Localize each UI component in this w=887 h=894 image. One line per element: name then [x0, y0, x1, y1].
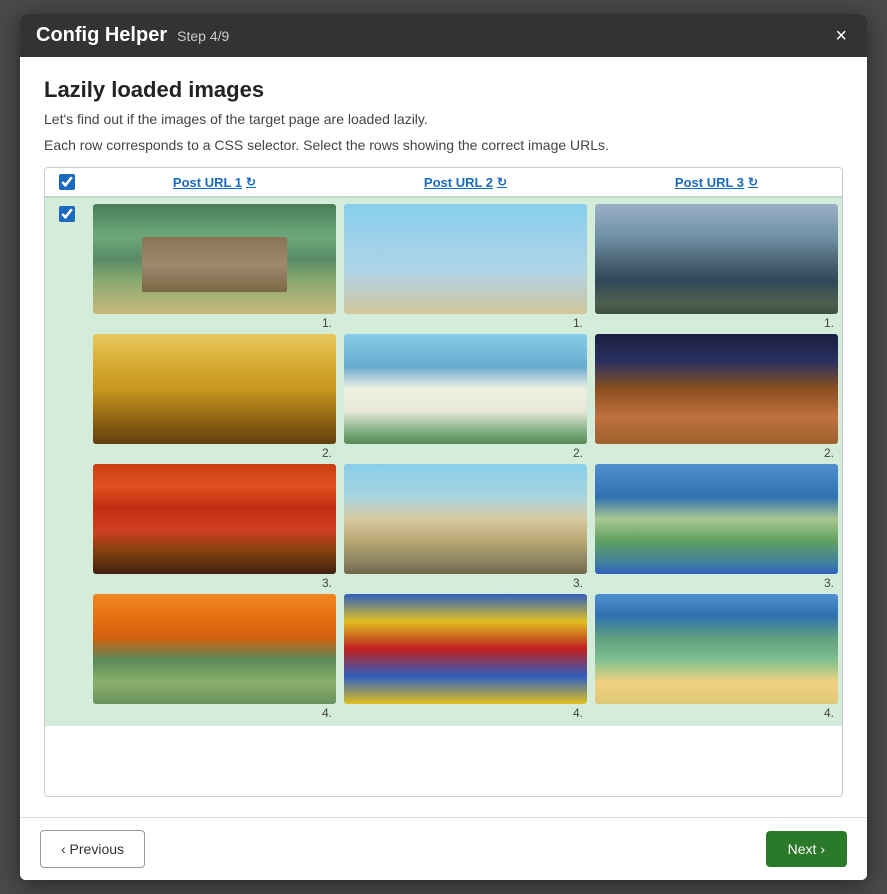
image-chef	[595, 334, 838, 444]
previous-button[interactable]: ‹ Previous	[40, 830, 145, 868]
next-button[interactable]: Next ›	[766, 831, 847, 867]
image-flags	[344, 594, 587, 704]
modal-header: Config Helper Step 4/9 ×	[20, 14, 867, 57]
img-item-col3-1	[595, 204, 838, 314]
post-url-2-label: Post URL 2	[424, 175, 493, 190]
img-num-4: 4.	[93, 706, 336, 720]
header-cell-2: Post URL 2 ↻	[340, 174, 591, 190]
post-url-3-link[interactable]: Post URL 3 ↻	[675, 175, 758, 190]
img-num-c3-4: 4.	[595, 706, 838, 720]
refresh-icon-2: ↻	[497, 175, 507, 189]
modal-title: Config Helper	[36, 24, 167, 47]
header-checkbox[interactable]	[59, 174, 75, 190]
image-mountain	[595, 204, 838, 314]
img-item-col2-2	[344, 334, 587, 444]
modal-body: Lazily loaded images Let's find out if t…	[20, 57, 867, 817]
image-pavilion	[93, 594, 336, 704]
modal-step: Step 4/9	[177, 28, 229, 44]
img-item-col1-1	[93, 204, 336, 314]
config-helper-modal: Config Helper Step 4/9 × Lazily loaded i…	[20, 14, 867, 880]
img-num-2: 2.	[93, 446, 336, 460]
img-num-c3-2: 2.	[595, 446, 838, 460]
img-item-col1-4	[93, 594, 336, 704]
image-city-street	[344, 464, 587, 574]
header-checkbox-cell	[45, 174, 89, 190]
image-rio-beach	[595, 594, 838, 704]
header-cell-1: Post URL 1 ↻	[89, 174, 340, 190]
img-item-col2-1	[344, 204, 587, 314]
table-row: 1. 2. 3. 4.	[45, 197, 842, 726]
img-num-1: 1.	[93, 316, 336, 330]
row-checkbox[interactable]	[59, 206, 75, 222]
img-num-c2-2: 2.	[344, 446, 587, 460]
section-title: Lazily loaded images	[44, 77, 843, 103]
img-num-c3-3: 3.	[595, 576, 838, 590]
header-cell-3: Post URL 3 ↻	[591, 174, 842, 190]
image-japanese-temple	[93, 204, 336, 314]
image-table: Post URL 1 ↻ Post URL 2 ↻ Post URL 3 ↻	[44, 167, 843, 797]
table-header: Post URL 1 ↻ Post URL 2 ↻ Post URL 3 ↻	[45, 168, 842, 197]
post-url-2-link[interactable]: Post URL 2 ↻	[424, 175, 507, 190]
image-torii	[93, 464, 336, 574]
img-item-col3-2	[595, 334, 838, 444]
img-item-col2-4	[344, 594, 587, 704]
refresh-icon-3: ↻	[748, 175, 758, 189]
image-capitol	[344, 334, 587, 444]
close-button[interactable]: ×	[831, 26, 851, 46]
images-col3: 1. 2. 3. 4.	[591, 198, 842, 726]
images-col2: 1. 2. 3. 4.	[340, 198, 591, 726]
modal-title-group: Config Helper Step 4/9	[36, 24, 229, 47]
post-url-1-label: Post URL 1	[173, 175, 242, 190]
img-item-col3-4	[595, 594, 838, 704]
img-num-c2-3: 3.	[344, 576, 587, 590]
refresh-icon-1: ↻	[246, 175, 256, 189]
img-num-c3-1: 1.	[595, 316, 838, 330]
description-1: Let's find out if the images of the targ…	[44, 111, 843, 127]
image-gate	[93, 334, 336, 444]
image-rio-aerial	[595, 464, 838, 574]
post-url-3-label: Post URL 3	[675, 175, 744, 190]
row-checkbox-cell	[45, 198, 89, 726]
post-url-1-link[interactable]: Post URL 1 ↻	[173, 175, 256, 190]
img-item-col3-3	[595, 464, 838, 574]
images-col1: 1. 2. 3. 4.	[89, 198, 340, 726]
img-num-c2-1: 1.	[344, 316, 587, 330]
img-num-c2-4: 4.	[344, 706, 587, 720]
image-cowboy	[344, 204, 587, 314]
img-item-col1-2	[93, 334, 336, 444]
img-item-col2-3	[344, 464, 587, 574]
img-item-col1-3	[93, 464, 336, 574]
modal-footer: ‹ Previous Next ›	[20, 817, 867, 880]
description-2: Each row corresponds to a CSS selector. …	[44, 137, 843, 153]
img-num-3: 3.	[93, 576, 336, 590]
